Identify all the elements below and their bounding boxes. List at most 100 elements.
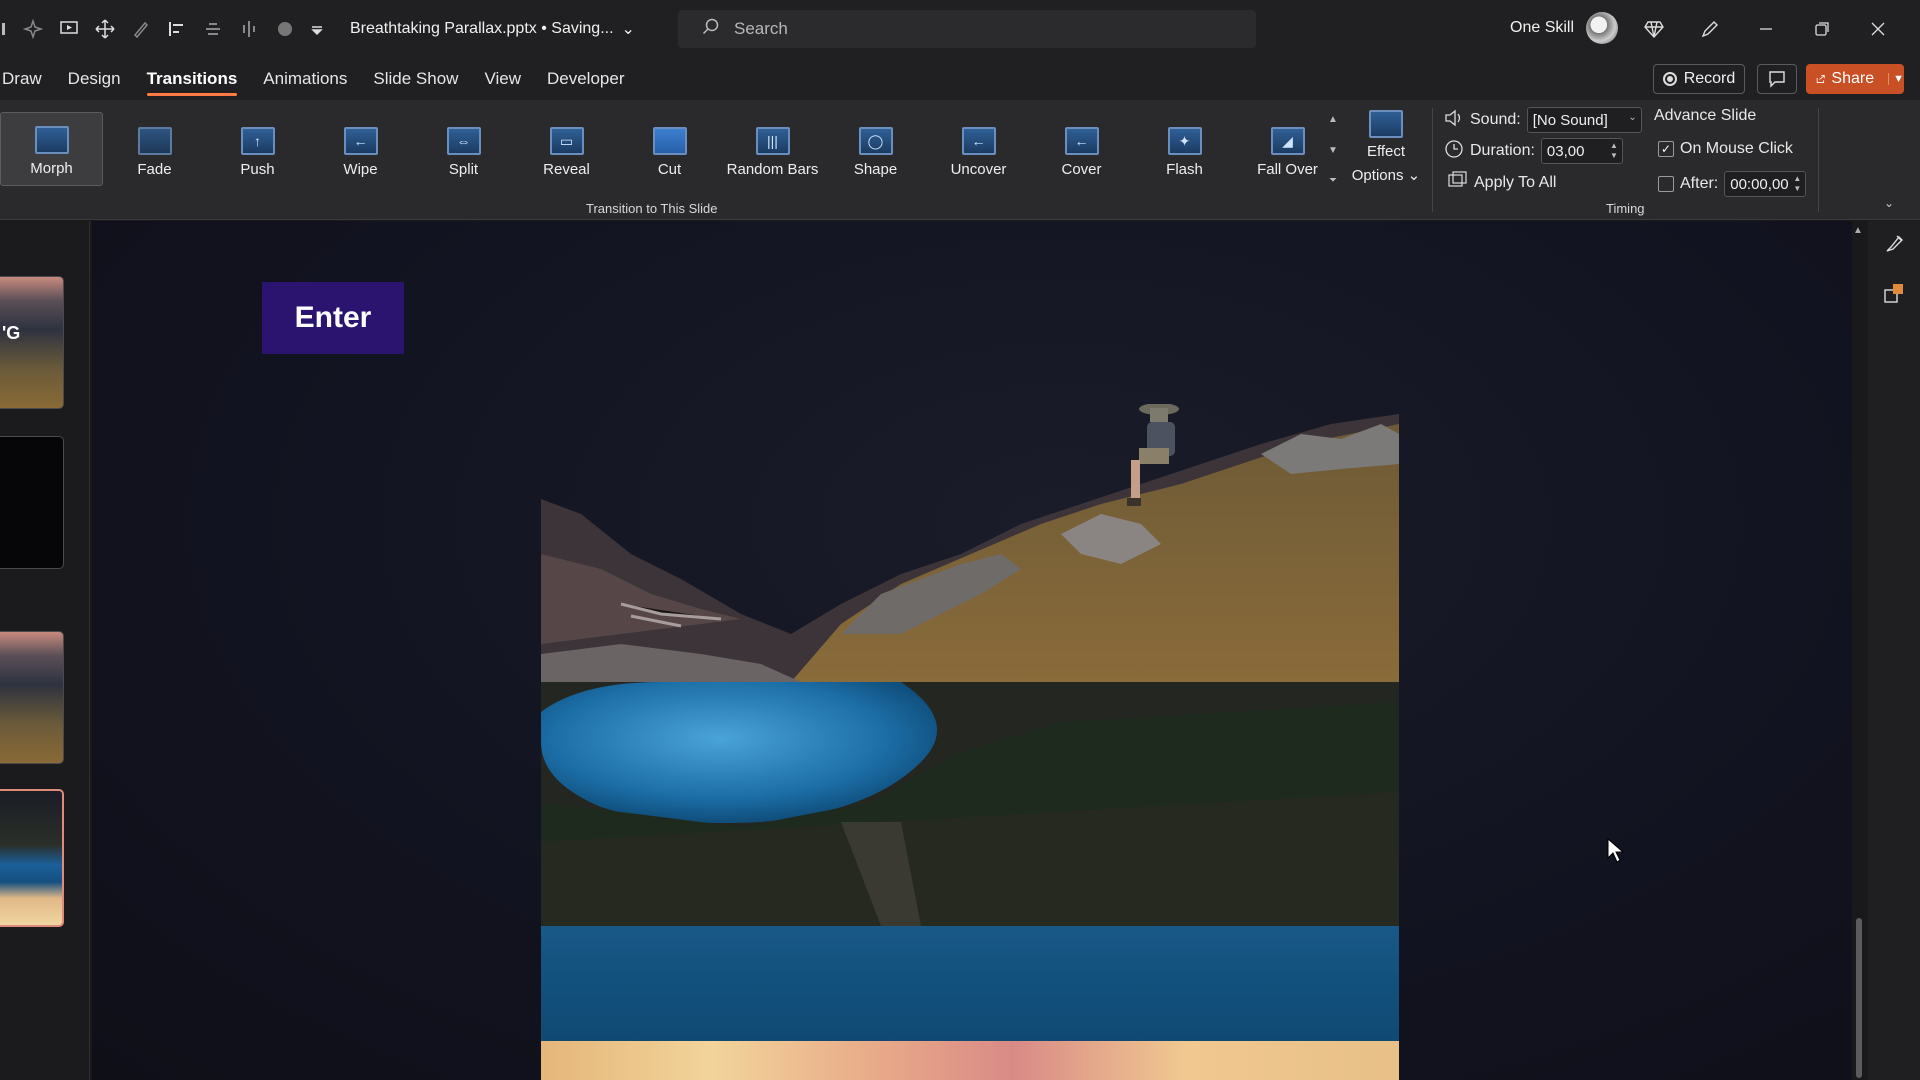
tab-animations[interactable]: Animations bbox=[250, 58, 360, 100]
share-button[interactable]: Share ▼ bbox=[1806, 64, 1904, 94]
sunset-photo[interactable] bbox=[541, 1041, 1399, 1080]
collapse-ribbon-icon[interactable]: ⌄ bbox=[1884, 196, 1894, 210]
customize-qat-icon[interactable] bbox=[310, 18, 324, 40]
gallery-down-icon[interactable]: ▼ bbox=[1328, 145, 1338, 156]
scroll-up-icon[interactable]: ▲ bbox=[1853, 225, 1863, 236]
side-tools bbox=[1868, 221, 1920, 1080]
after-label: After: bbox=[1680, 175, 1719, 192]
mouse-cursor-icon bbox=[1607, 837, 1625, 869]
apply-all-label: Apply To All bbox=[1474, 173, 1557, 191]
transition-morph[interactable]: Morph bbox=[0, 112, 103, 186]
cut-icon bbox=[652, 127, 687, 155]
record-button[interactable]: Record bbox=[1653, 64, 1745, 94]
workspace: 'G Enter ▲ bbox=[0, 221, 1920, 1080]
morph-icon bbox=[34, 126, 69, 154]
slide-thumbnail[interactable] bbox=[0, 631, 64, 764]
wipe-icon: ← bbox=[343, 127, 378, 155]
align-middle-icon[interactable] bbox=[238, 18, 260, 40]
after-checkbox[interactable] bbox=[1658, 176, 1674, 192]
sound-row: Sound: [No Sound] ⌄ bbox=[1444, 107, 1642, 133]
brush-icon[interactable] bbox=[130, 18, 152, 40]
share-icon bbox=[1816, 75, 1825, 83]
split-icon: ⇔ bbox=[446, 127, 481, 155]
tab-draw[interactable]: Draw bbox=[0, 58, 55, 100]
mountain-photo[interactable] bbox=[541, 404, 1399, 682]
gallery-up-icon[interactable]: ▲ bbox=[1328, 114, 1338, 125]
transition-label: Uncover bbox=[950, 161, 1007, 178]
close-icon[interactable] bbox=[1850, 0, 1906, 58]
slide-thumbnail[interactable] bbox=[0, 436, 64, 569]
transition-cut[interactable]: Cut bbox=[618, 112, 721, 186]
comments-button[interactable] bbox=[1757, 64, 1797, 94]
transition-fade[interactable]: Fade bbox=[103, 112, 206, 186]
after-stepper[interactable]: 00:00,00 ▲ ▼ bbox=[1724, 171, 1807, 197]
lake-photo[interactable] bbox=[541, 682, 1399, 926]
transition-push[interactable]: ↑ Push bbox=[206, 112, 309, 186]
transition-split[interactable]: ⇔ Split bbox=[412, 112, 515, 186]
tab-design[interactable]: Design bbox=[55, 58, 134, 100]
duration-stepper[interactable]: 03,00 ▲ ▼ bbox=[1540, 138, 1623, 164]
shape-fill-icon[interactable] bbox=[274, 18, 296, 40]
transition-flash[interactable]: ✦ Flash bbox=[1133, 112, 1236, 186]
present-icon[interactable] bbox=[58, 18, 80, 40]
add-in-icon[interactable] bbox=[1883, 282, 1905, 309]
account-area[interactable]: One Skill bbox=[1510, 12, 1619, 44]
powerpoint-window: Breathtaking Parallax.pptx • Saving... ⌄… bbox=[0, 0, 1920, 1080]
designer-icon[interactable] bbox=[1883, 233, 1905, 260]
move-icon[interactable] bbox=[94, 18, 116, 40]
transition-wipe[interactable]: ← Wipe bbox=[309, 112, 412, 186]
restore-icon[interactable] bbox=[1794, 0, 1850, 58]
slide[interactable]: Enter bbox=[92, 221, 1852, 1080]
slide-canvas[interactable]: Enter bbox=[92, 221, 1852, 1080]
duration-label: Duration: bbox=[1470, 142, 1535, 159]
scrollbar-thumb[interactable] bbox=[1856, 918, 1862, 1078]
ribbon-transitions: Morph Fade ↑ Push ← Wipe ⇔ Split ▭ Revea… bbox=[0, 100, 1920, 220]
shape-icon: ◯ bbox=[858, 127, 893, 155]
timing-group-label: Timing bbox=[1606, 201, 1645, 216]
spin-arrows-icon[interactable]: ▲ ▼ bbox=[1793, 174, 1801, 194]
spin-arrows-icon[interactable]: ▲ ▼ bbox=[1610, 141, 1618, 161]
advance-slide-label: Advance Slide bbox=[1654, 107, 1757, 124]
avatar[interactable] bbox=[1586, 12, 1619, 44]
chevron-down-icon[interactable]: ▼ bbox=[1888, 73, 1904, 85]
ribbon-separator bbox=[1432, 108, 1433, 212]
transition-label: Random Bars bbox=[726, 161, 819, 178]
gallery-more-icon[interactable]: ⏷ bbox=[1329, 175, 1337, 186]
pin-icon[interactable] bbox=[2, 18, 8, 40]
minimize-icon[interactable] bbox=[1738, 0, 1794, 58]
effect-options-button[interactable]: Effect Options ⌄ bbox=[1350, 110, 1422, 194]
transition-reveal[interactable]: ▭ Reveal bbox=[515, 112, 618, 186]
tab-view[interactable]: View bbox=[471, 58, 534, 100]
water-photo[interactable] bbox=[541, 926, 1399, 1041]
transition-cover[interactable]: ← Cover bbox=[1030, 112, 1133, 186]
transition-shape[interactable]: ◯ Shape bbox=[824, 112, 927, 186]
enter-textbox[interactable]: Enter bbox=[262, 282, 404, 354]
sparkle-icon[interactable] bbox=[22, 18, 44, 40]
tab-slide-show[interactable]: Slide Show bbox=[360, 58, 471, 100]
checkbox-checked-icon[interactable]: ✓ bbox=[1658, 141, 1674, 157]
apply-all-button[interactable]: Apply To All bbox=[1448, 171, 1556, 194]
align-icon[interactable] bbox=[166, 18, 188, 40]
premium-diamond-icon[interactable] bbox=[1626, 0, 1682, 58]
on-mouse-click-checkbox[interactable]: ✓ On Mouse Click bbox=[1658, 140, 1793, 158]
pen-icon[interactable] bbox=[1682, 0, 1738, 58]
document-title[interactable]: Breathtaking Parallax.pptx • Saving... ⌄ bbox=[350, 19, 635, 39]
sound-value: [No Sound] bbox=[1532, 111, 1608, 129]
chevron-down-icon: ⌄ bbox=[621, 21, 635, 38]
effect-options-line1: Effect bbox=[1366, 143, 1406, 160]
slide-thumbnail[interactable]: 'G bbox=[0, 276, 64, 409]
transition-random-bars[interactable]: ||| Random Bars bbox=[721, 112, 824, 186]
flash-icon: ✦ bbox=[1167, 127, 1202, 155]
search-input[interactable]: Search bbox=[678, 10, 1256, 48]
transition-uncover[interactable]: ← Uncover bbox=[927, 112, 1030, 186]
title-actions bbox=[1626, 0, 1906, 58]
tab-developer[interactable]: Developer bbox=[534, 58, 638, 100]
transition-label: Shape bbox=[853, 161, 898, 178]
transition-label: Wipe bbox=[343, 161, 378, 178]
sound-select[interactable]: [No Sound] ⌄ bbox=[1526, 107, 1642, 133]
slide-thumbnail-active[interactable] bbox=[0, 789, 64, 927]
distribute-icon[interactable] bbox=[202, 18, 224, 40]
tab-transitions[interactable]: Transitions bbox=[134, 58, 251, 100]
vertical-scrollbar[interactable]: ▲ bbox=[1852, 221, 1866, 1080]
title-bar: Breathtaking Parallax.pptx • Saving... ⌄… bbox=[0, 0, 1920, 58]
